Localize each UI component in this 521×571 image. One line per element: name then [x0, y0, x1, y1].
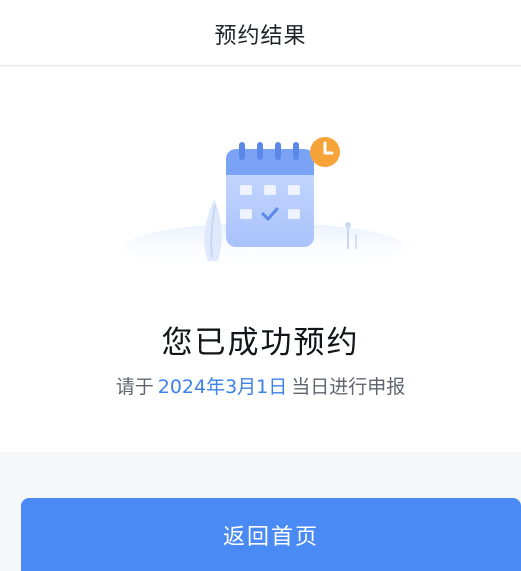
reservation-result-page: 预约结果 您已成功预约 请于 2024年3月1日 当日进行申报 返回首页: [0, 0, 521, 571]
nav-bar: 预约结果: [0, 0, 521, 66]
page-title: 预约结果: [214, 24, 307, 49]
subtitle-prefix: 请于: [115, 376, 154, 398]
result-subtitle: 请于 2024年3月1日 当日进行申报: [0, 372, 521, 399]
calendar-clock-icon: [125, 137, 405, 271]
result-card: 您已成功预约 请于 2024年3月1日 当日进行申报: [0, 67, 521, 452]
result-title: 您已成功预约: [161, 325, 360, 361]
appointment-date: 2024年3月1日: [157, 376, 288, 398]
subtitle-suffix: 当日进行申报: [291, 376, 406, 398]
back-home-button[interactable]: 返回首页: [21, 498, 521, 571]
